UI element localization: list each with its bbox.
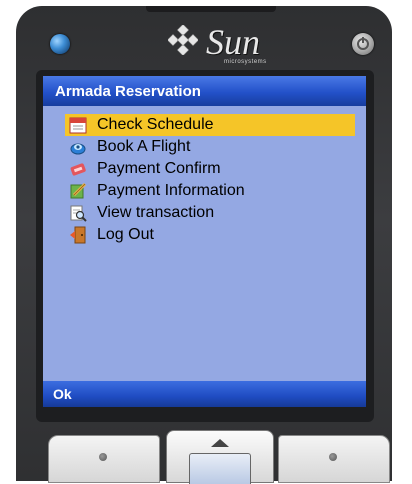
menu-item-check-schedule[interactable]: Check Schedule [65,114,355,136]
ticket-icon [70,163,86,176]
edit-icon [70,182,87,199]
led-icon [50,34,70,54]
menu-item-label: Payment Confirm [97,160,221,177]
menu-item-label: Check Schedule [97,116,214,133]
app-title: Armada Reservation [55,83,201,100]
menu-item-label: Payment Information [97,182,245,199]
navigation-key[interactable] [166,430,274,484]
app-screen: Armada Reservation Check Schedule Book A… [43,76,366,407]
magnifier-icon [70,205,87,222]
dot-icon [99,453,107,461]
keypad [40,430,392,484]
title-bar: Armada Reservation [43,76,366,106]
door-icon [70,226,86,244]
menu-item-label: Book A Flight [97,138,191,155]
arrow-up-icon[interactable] [211,439,229,447]
sun-logo-icon [168,25,198,55]
brand-logo: Sun microsystems [166,19,296,69]
main-menu: Check Schedule Book A Flight Payment Con… [43,114,366,246]
menu-item-view-transaction[interactable]: View transaction [65,202,355,224]
menu-item-label: Log Out [97,226,154,243]
menu-item-book-a-flight[interactable]: Book A Flight [65,136,355,158]
calendar-icon [69,117,87,134]
menu-item-log-out[interactable]: Log Out [65,224,355,246]
ok-softkey-label[interactable]: Ok [53,386,72,402]
brand-name: Sun [206,22,260,62]
select-button[interactable] [189,453,251,484]
globe-icon [70,143,86,155]
phone-top-edge [146,6,276,12]
dot-icon [329,453,337,461]
left-softkey-button[interactable] [48,435,160,483]
power-icon[interactable] [352,33,374,55]
menu-item-payment-confirm[interactable]: Payment Confirm [65,158,355,180]
menu-item-label: View transaction [97,204,215,221]
brand-subtitle: microsystems [224,59,267,65]
menu-item-payment-information[interactable]: Payment Information [65,180,355,202]
softkey-bar: Ok [43,381,366,407]
right-softkey-button[interactable] [278,435,390,483]
